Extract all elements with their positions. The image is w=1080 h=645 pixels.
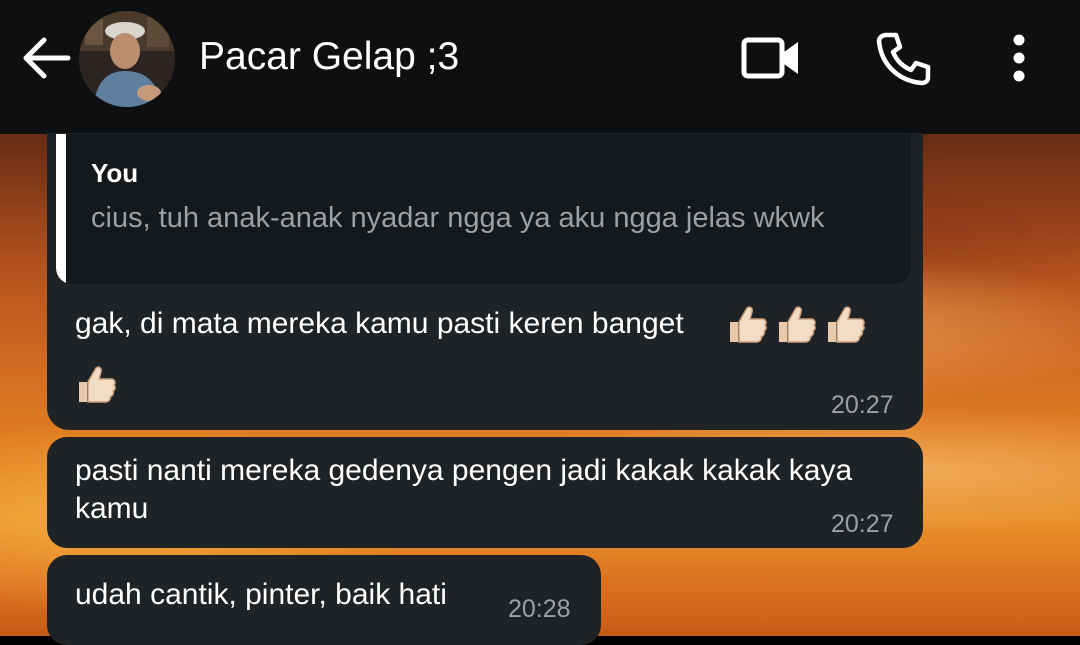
more-vertical-icon (1013, 34, 1025, 82)
message-time: 20:27 (831, 510, 894, 538)
message-time: 20:27 (831, 391, 894, 419)
chat-header: Pacar Gelap ;3 (0, 0, 1080, 134)
quote-text: cius, tuh anak-anak nyadar ngga ya aku n… (91, 202, 825, 234)
voice-call-button[interactable] (874, 30, 932, 86)
thumbs-up-icon (730, 306, 767, 343)
quote-sender: You (91, 158, 139, 188)
thumbs-up-icon (828, 306, 865, 343)
contact-avatar[interactable] (79, 11, 175, 107)
message-text: gak, di mata mereka kamu pasti keren ban… (75, 307, 684, 340)
contact-name[interactable]: Pacar Gelap ;3 (199, 34, 459, 80)
more-options-button[interactable] (1004, 32, 1034, 84)
thumbs-up-icon (79, 366, 116, 403)
quoted-reply[interactable]: You cius, tuh anak-anak nyadar ngga ya a… (56, 134, 911, 284)
message-time: 20:28 (508, 595, 571, 623)
arrow-left-icon (23, 37, 71, 79)
back-button[interactable] (20, 36, 72, 80)
thumbs-up-icon (779, 306, 816, 343)
quote-accent-bar (56, 134, 66, 284)
message-text: udah cantik, pinter, baik hati (75, 578, 447, 611)
phone-icon (876, 32, 931, 86)
video-call-icon (741, 37, 798, 79)
message-text: pasti nanti mereka gedenya pengen jadi k… (75, 454, 853, 525)
avatar-photo (79, 11, 175, 107)
video-call-button[interactable] (740, 34, 802, 82)
